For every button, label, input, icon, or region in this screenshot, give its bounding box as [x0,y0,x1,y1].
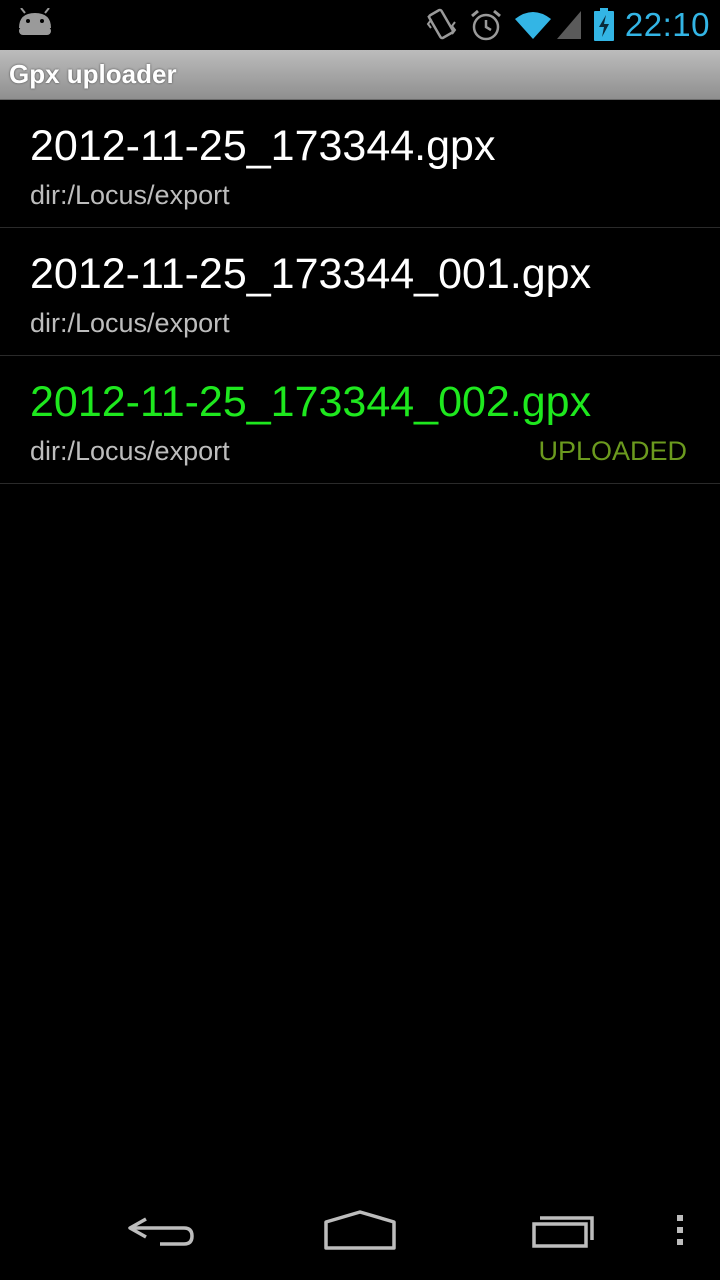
battery-charging-icon [593,8,615,42]
alarm-icon [469,8,503,42]
file-list-item[interactable]: 2012-11-25_173344.gpx dir:/Locus/export [0,100,720,228]
file-name: 2012-11-25_173344_002.gpx [30,378,592,426]
wifi-icon [513,9,553,41]
home-button[interactable] [318,1208,402,1256]
screen: 22:10 Gpx uploader 2012-11-25_173344.gpx… [0,0,720,1280]
file-list: 2012-11-25_173344.gpx dir:/Locus/export … [0,100,720,484]
file-list-item[interactable]: 2012-11-25_173344_002.gpx dir:/Locus/exp… [0,356,720,484]
app-title-bar: Gpx uploader [0,50,720,100]
file-directory: dir:/Locus/export [30,180,230,210]
status-clock: 22:10 [624,6,710,43]
file-directory: dir:/Locus/export [30,308,230,338]
file-list-item[interactable]: 2012-11-25_173344_001.gpx dir:/Locus/exp… [0,228,720,356]
file-directory: dir:/Locus/export [30,436,230,466]
file-name: 2012-11-25_173344_001.gpx [30,250,592,298]
overflow-menu-button[interactable] [666,1208,694,1256]
signal-icon [555,9,583,41]
status-bar: 22:10 [0,0,720,50]
overflow-menu-icon [676,1214,684,1251]
vibrate-icon [425,6,459,44]
recent-apps-icon [526,1210,598,1255]
home-icon [322,1208,398,1257]
navigation-bar [0,1184,720,1280]
back-button[interactable] [120,1208,200,1256]
recent-apps-button[interactable] [522,1208,602,1256]
back-icon [124,1210,196,1255]
app-title: Gpx uploader [9,59,177,89]
android-notification-icon [16,7,54,43]
file-name: 2012-11-25_173344.gpx [30,122,496,170]
upload-status: UPLOADED [538,436,687,466]
